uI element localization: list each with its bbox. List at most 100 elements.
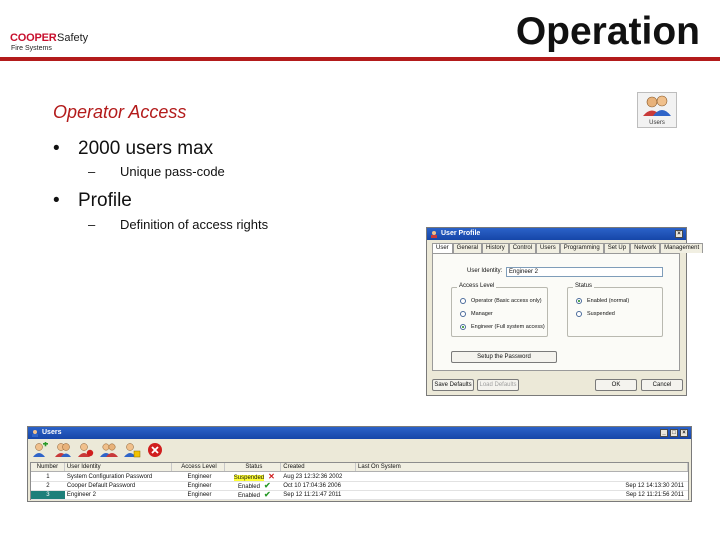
- users-titlebar[interactable]: Users _ □ ×: [28, 427, 691, 439]
- ok-button[interactable]: OK: [595, 379, 637, 391]
- column-header-created[interactable]: Created: [281, 463, 357, 471]
- sub-dash: –: [88, 217, 96, 232]
- tab-programming[interactable]: Programming: [559, 243, 604, 253]
- tab-user[interactable]: User: [432, 243, 453, 253]
- table-row[interactable]: 3 Engineer 2 Engineer Enabled ✔ Sep 12 11…: [31, 491, 688, 500]
- save-defaults-button[interactable]: Save Defaults: [432, 379, 474, 391]
- user-profile-window-icon: [431, 231, 437, 238]
- sub-bullet-text: Unique pass-code: [120, 164, 225, 179]
- radio-button[interactable]: [576, 298, 582, 304]
- cell-access-level: Engineer: [187, 492, 212, 498]
- setup-password-button[interactable]: Setup the Password: [451, 351, 557, 363]
- check-icon: ✔: [263, 491, 271, 499]
- bullet-text: 2000 users max: [78, 138, 214, 159]
- column-header-access-level[interactable]: Access Level: [172, 463, 226, 471]
- user-profile-title: User Profile: [441, 230, 481, 237]
- status-badge: Enabled: [237, 493, 260, 499]
- user-tab-panel: User Identity: Engineer 2 Access Level O…: [432, 253, 680, 371]
- radio-button[interactable]: [576, 311, 582, 317]
- status-badge: Suspended: [233, 475, 265, 481]
- users-toolbar-button[interactable]: Users: [637, 92, 677, 128]
- cell-created: Sep 12 11:21:47 2011: [283, 492, 342, 498]
- add-user-icon[interactable]: [30, 441, 50, 459]
- users-window-icon: [32, 430, 38, 437]
- close-icon[interactable]: ×: [680, 429, 688, 437]
- edit-user-icon[interactable]: [53, 441, 73, 459]
- radio-label: Engineer (Full system access): [471, 324, 545, 330]
- cell-access-level: Engineer: [187, 483, 212, 489]
- table-row[interactable]: 2 Cooper Default Password Engineer Enabl…: [31, 482, 688, 491]
- access-level-manager-radio[interactable]: Manager: [460, 311, 493, 317]
- tab-setup[interactable]: Set Up: [603, 243, 631, 253]
- bullet-dot: •: [53, 190, 60, 211]
- delete-user-icon[interactable]: [76, 441, 96, 459]
- users-icon: [643, 95, 671, 116]
- maximize-icon[interactable]: □: [670, 429, 678, 437]
- cross-icon: ✕: [268, 473, 275, 481]
- tab-network[interactable]: Network: [630, 243, 661, 253]
- close-icon[interactable]: ×: [675, 230, 683, 238]
- column-header-user-identity[interactable]: User Identity: [65, 463, 172, 471]
- radio-button[interactable]: [460, 324, 466, 330]
- column-header-status[interactable]: Status: [225, 463, 282, 471]
- cell-status: Enabled ✔: [225, 491, 281, 499]
- users-table: Number User Identity Access Level Status…: [30, 462, 689, 500]
- access-level-operator-radio[interactable]: Operator (Basic access only): [460, 298, 542, 304]
- sub-bullet-passcode: – Unique pass-code: [88, 164, 225, 179]
- users-window: Users _ □ × Number User Identity Access …: [27, 426, 692, 502]
- radio-label: Enabled (normal): [587, 298, 630, 304]
- cooper-logo: COOPER Safety Fire Systems: [10, 32, 110, 54]
- table-row[interactable]: 1 System Configuration Password Engineer…: [31, 473, 688, 482]
- cell-created: Aug 23 12:32:36 2002: [283, 474, 343, 480]
- user-profile-window: User Profile × User General History Cont…: [426, 227, 704, 396]
- users-window-title: Users: [42, 429, 62, 436]
- logo-brand-suffix: Safety: [57, 32, 89, 44]
- sub-bullet-access-rights: – Definition of access rights: [88, 217, 268, 232]
- cell-number: 3: [31, 491, 65, 499]
- access-level-engineer-radio[interactable]: Engineer (Full system access): [460, 324, 545, 330]
- column-header-last-on-system[interactable]: Last On System: [356, 463, 688, 471]
- users-toolbar: [30, 440, 165, 460]
- user-settings-icon[interactable]: [122, 441, 142, 459]
- cell-user-identity: Engineer 2: [66, 492, 96, 498]
- radio-button[interactable]: [460, 298, 466, 304]
- status-title: Status: [573, 283, 595, 289]
- tab-general[interactable]: General: [452, 243, 483, 253]
- bullet-text: Profile: [78, 190, 132, 211]
- users-table-header: Number User Identity Access Level Status…: [31, 463, 688, 472]
- load-defaults-button[interactable]: Load Defaults: [477, 379, 519, 391]
- access-level-title: Access Level: [457, 283, 497, 289]
- cell-last-on-system: [356, 473, 688, 481]
- sub-dash: –: [88, 164, 96, 179]
- bullet-users-max: • 2000 users max: [53, 138, 213, 160]
- logo-brand: COOPER: [10, 32, 57, 44]
- cell-last-on-system: Sep 12 14:13:30 2011: [625, 483, 684, 489]
- user-identity-input[interactable]: Engineer 2: [506, 267, 663, 277]
- cell-last-on-system: Sep 12 11:21:56 2011: [625, 492, 684, 498]
- check-icon: ✔: [263, 482, 271, 490]
- user-profile-titlebar[interactable]: User Profile ×: [427, 228, 686, 240]
- tab-history[interactable]: History: [482, 243, 509, 253]
- radio-button[interactable]: [460, 311, 466, 317]
- cell-number: 1: [46, 474, 50, 480]
- tab-management[interactable]: Management: [660, 243, 704, 253]
- cell-access-level: Engineer: [187, 474, 212, 480]
- bullet-profile: • Profile: [53, 190, 132, 212]
- cancel-button[interactable]: Cancel: [641, 379, 683, 391]
- cell-user-identity: System Configuration Password: [66, 474, 153, 480]
- tab-control[interactable]: Control: [508, 243, 537, 253]
- access-level-group: Access Level Operator (Basic access only…: [451, 283, 548, 337]
- close-icon[interactable]: [145, 441, 165, 459]
- user-profile-tabs: User General History Control Users Progr…: [432, 243, 704, 253]
- status-suspended-radio[interactable]: Suspended: [576, 311, 615, 317]
- header-divider: [0, 57, 720, 61]
- radio-label: Manager: [471, 311, 493, 317]
- bullet-dot: •: [53, 138, 60, 159]
- column-header-number[interactable]: Number: [31, 463, 65, 471]
- cell-status: Suspended ✕: [225, 473, 281, 481]
- status-enabled-radio[interactable]: Enabled (normal): [576, 298, 629, 304]
- minimize-icon[interactable]: _: [660, 429, 668, 437]
- section-title: Operator Access: [53, 102, 187, 122]
- tab-users[interactable]: Users: [536, 243, 560, 253]
- user-group-icon[interactable]: [99, 441, 119, 459]
